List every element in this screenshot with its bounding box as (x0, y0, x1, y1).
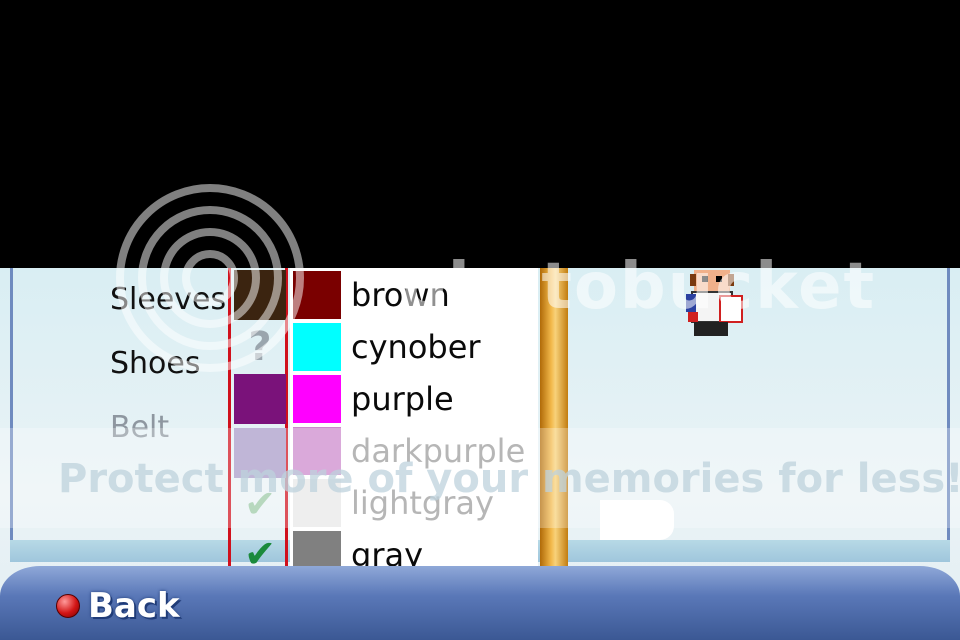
belt-current-swatch[interactable] (234, 374, 286, 424)
category-shoes-label[interactable]: Shoes (110, 346, 201, 381)
color-option-lightgray[interactable]: lightgray (290, 478, 534, 528)
color-swatch (293, 323, 341, 371)
color-option-purple[interactable]: purple (290, 374, 534, 424)
scrollbar-track[interactable] (540, 268, 568, 600)
top-black-area (0, 0, 960, 268)
color-option-label: lightgray (351, 484, 494, 522)
color-option-darkpurple[interactable]: darkpurple (290, 426, 534, 476)
category-belt-label[interactable]: Belt (110, 410, 169, 445)
color-option-cynober[interactable]: cynober (290, 322, 534, 372)
color-option-label: cynober (351, 328, 481, 366)
name-field-fragment (600, 500, 674, 540)
category-sleeves-label[interactable]: Sleeves (110, 282, 226, 317)
back-button-label: Back (88, 586, 180, 626)
color-swatch (293, 427, 341, 475)
color-swatch (293, 375, 341, 423)
extra-current-swatch[interactable] (234, 428, 286, 478)
character-sprite (686, 270, 743, 336)
color-option-label: darkpurple (351, 432, 526, 470)
sleeves-current-swatch[interactable] (234, 270, 286, 320)
color-swatch (293, 479, 341, 527)
color-swatch (293, 271, 341, 319)
color-option-brown[interactable]: brown (290, 270, 534, 320)
red-dot-icon (56, 594, 80, 618)
color-option-label: purple (351, 380, 454, 418)
question-mark-icon[interactable]: ? (234, 322, 286, 372)
color-option-label: brown (351, 276, 450, 314)
checkmark-icon[interactable]: ✔ (238, 482, 282, 526)
back-button[interactable]: Back (56, 586, 180, 626)
